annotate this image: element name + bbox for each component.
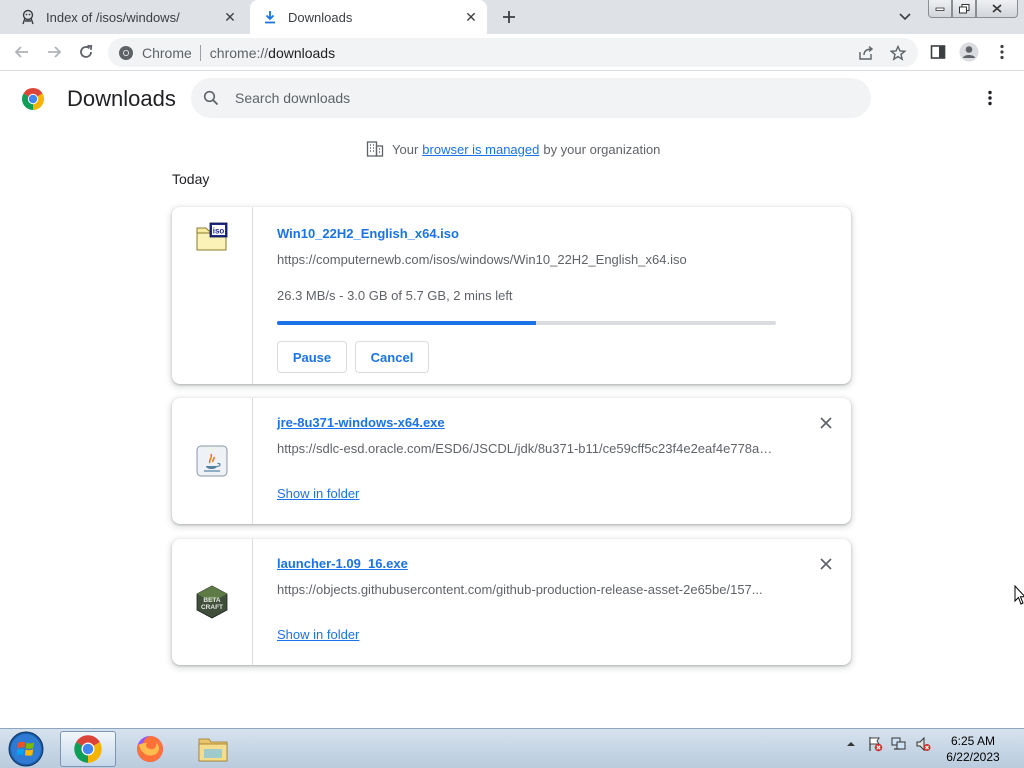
action-center-flag-icon[interactable]: [866, 735, 884, 753]
chrome-small-icon: [118, 45, 134, 61]
file-name-link[interactable]: jre-8u371-windows-x64.exe: [277, 415, 445, 430]
download-item: jre-8u371-windows-x64.exe https://sdlc-e…: [172, 398, 851, 524]
tab-strip: Index of /isos/windows/ ✕ Downloads ✕: [0, 0, 1024, 34]
show-in-folder-link[interactable]: Show in folder: [277, 486, 359, 501]
managed-prefix: Your: [392, 141, 419, 157]
taskbar: 6:25 AM 6/22/2023: [0, 728, 1024, 768]
managed-notice: Your browser is managed by your organiza…: [366, 140, 660, 158]
pause-button[interactable]: Pause: [277, 341, 347, 373]
file-name-link[interactable]: launcher-1.09_16.exe: [277, 556, 408, 571]
url-text: chrome://downloads: [209, 44, 336, 61]
restore-button[interactable]: [952, 0, 976, 18]
file-url: https://objects.githubusercontent.com/gi…: [277, 582, 763, 597]
toolbar: Chrome chrome://downloads: [0, 34, 1024, 71]
taskbar-firefox[interactable]: [122, 731, 178, 767]
file-url: https://computernewb.com/isos/windows/Wi…: [277, 252, 687, 267]
volume-muted-icon[interactable]: [914, 735, 932, 753]
address-bar[interactable]: Chrome chrome://downloads: [108, 38, 918, 67]
forward-arrow-icon[interactable]: [44, 42, 64, 62]
downloads-header: Downloads: [0, 72, 1024, 128]
chrome-taskbar-icon: [74, 735, 102, 763]
taskbar-chrome[interactable]: [60, 731, 116, 767]
site-chip[interactable]: Chrome: [108, 38, 200, 67]
search-icon: [203, 89, 221, 107]
section-label-today: Today: [172, 171, 210, 187]
download-item: BETA CRAFT launcher-1.09_16.exe https://…: [172, 539, 851, 665]
firefox-icon: [137, 736, 163, 762]
svg-text:CRAFT: CRAFT: [201, 604, 223, 611]
download-item: iso Win10_22H2_English_x64.iso https://c…: [172, 207, 851, 384]
back-arrow-icon[interactable]: [12, 42, 32, 62]
tab-downloads[interactable]: Downloads ✕: [250, 0, 487, 34]
show-hidden-icons-icon[interactable]: [842, 735, 860, 753]
file-name: Win10_22H2_English_x64.iso: [277, 226, 459, 241]
tab-title: Downloads: [288, 9, 353, 25]
profile-avatar-icon[interactable]: [959, 42, 979, 62]
mouse-cursor-icon: [1014, 584, 1024, 605]
file-url: https://sdlc-esd.oracle.com/ESD6/JSCDL/j…: [277, 441, 777, 456]
share-icon[interactable]: [856, 43, 876, 63]
page-title: Downloads: [67, 86, 176, 111]
divider: [199, 44, 201, 61]
new-tab-button[interactable]: [498, 6, 520, 28]
taskbar-explorer[interactable]: [185, 731, 241, 767]
building-icon: [366, 140, 384, 158]
progress-fill: [277, 321, 537, 325]
chrome-menu-icon[interactable]: [992, 42, 1012, 62]
tab-index-isos[interactable]: Index of /isos/windows/ ✕: [8, 0, 246, 34]
show-in-folder-link[interactable]: Show in folder: [277, 627, 359, 642]
download-status: 26.3 MB/s - 3.0 GB of 5.7 GB, 2 mins lef…: [277, 288, 513, 303]
remove-item-icon[interactable]: [816, 554, 836, 574]
cancel-button[interactable]: Cancel: [355, 341, 429, 373]
managed-suffix: by your organization: [543, 141, 661, 157]
site-chip-label: Chrome: [142, 44, 192, 61]
folder-icon: [198, 738, 228, 762]
start-button[interactable]: [6, 730, 46, 768]
bookmark-star-icon[interactable]: [888, 43, 908, 63]
browser-managed-link[interactable]: browser is managed: [422, 142, 539, 157]
chrome-logo-icon: [21, 87, 45, 111]
svg-text:iso: iso: [213, 226, 225, 235]
download-icon: [262, 9, 278, 25]
search-box[interactable]: [191, 78, 871, 118]
close-tab-icon[interactable]: ✕: [220, 7, 240, 27]
iso-file-icon: iso: [195, 222, 229, 256]
progress-bar: [277, 321, 776, 325]
svg-text:BETA: BETA: [203, 597, 221, 604]
reload-icon[interactable]: [76, 42, 96, 62]
java-icon: [195, 444, 229, 478]
more-actions-icon[interactable]: [980, 88, 1000, 108]
network-icon[interactable]: [890, 735, 908, 753]
remove-item-icon[interactable]: [816, 413, 836, 433]
search-input[interactable]: [235, 90, 835, 106]
page-icon: [20, 9, 36, 25]
tab-title: Index of /isos/windows/: [46, 9, 180, 25]
system-clock[interactable]: 6:25 AM 6/22/2023: [934, 733, 1012, 765]
minimize-button[interactable]: [928, 0, 952, 18]
side-panel-icon[interactable]: [928, 42, 948, 62]
close-tab-icon[interactable]: ✕: [461, 7, 481, 27]
clock-date: 6/22/2023: [946, 750, 1000, 764]
close-window-button[interactable]: [976, 0, 1018, 18]
clock-time: 6:25 AM: [950, 734, 996, 748]
tab-search-chevron-icon[interactable]: [896, 8, 914, 26]
betacraft-icon: BETA CRAFT: [195, 585, 229, 619]
